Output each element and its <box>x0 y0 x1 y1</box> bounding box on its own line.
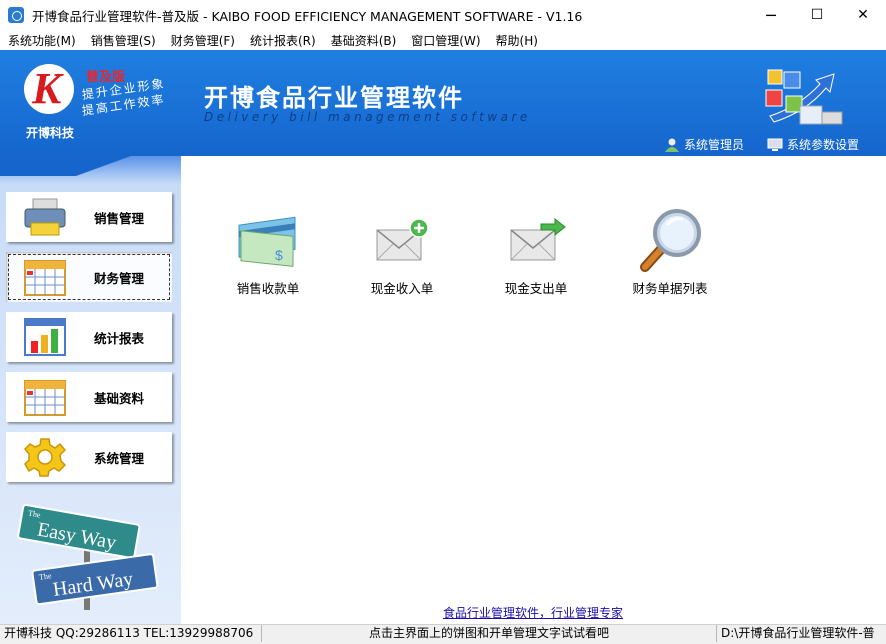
main-item-label: 现金支出单 <box>504 281 568 296</box>
header-banner: K 普及版 提升企业形象 提高工作效率 开博科技 开博食品行业管理软件 Deli… <box>0 50 886 156</box>
menu-sales[interactable]: 销售管理(S) <box>83 32 163 49</box>
payment-card-icon: $ <box>232 206 304 274</box>
printer-icon <box>22 197 68 237</box>
gear-icon <box>22 437 68 477</box>
bar-chart-icon <box>22 317 68 357</box>
cash-income-button[interactable]: 现金收入单 <box>347 206 457 297</box>
envelope-send-icon <box>500 206 572 274</box>
sign-bottom-small: The <box>38 571 52 582</box>
status-hint: 点击主界面上的饼图和开单管理文字试试看吧 <box>262 625 717 642</box>
window-title: 开博食品行业管理软件-普及版 - KAIBO FOOD EFFICIENCY M… <box>32 8 583 24</box>
sidebar-item-label: 财务管理 <box>94 270 145 286</box>
sidebar-item-label: 系统管理 <box>94 450 145 466</box>
calendar-icon <box>22 377 68 417</box>
maximize-button[interactable]: ☐ <box>794 0 840 30</box>
menu-finance[interactable]: 财务管理(F) <box>163 32 242 49</box>
svg-text:$: $ <box>275 247 283 263</box>
menu-bar: 系统功能(M) 销售管理(S) 财务管理(F) 统计报表(R) 基础资料(B) … <box>0 30 886 50</box>
minimize-button[interactable]: ─ <box>748 0 794 30</box>
menu-reports[interactable]: 统计报表(R) <box>242 32 323 49</box>
admin-link-label: 系统管理员 <box>684 138 745 152</box>
status-bar: 开博科技 QQ:29286113 TEL:13929988706 点击主界面上的… <box>0 624 886 644</box>
app-subtitle: Delivery bill management software <box>204 110 531 124</box>
cash-expense-button[interactable]: 现金支出单 <box>481 206 591 297</box>
menu-help[interactable]: 帮助(H) <box>488 32 545 49</box>
sidebar-item-finance[interactable]: 财务管理 <box>6 252 172 302</box>
admin-link[interactable]: 系统管理员 <box>664 136 744 153</box>
app-title: 开博食品行业管理软件 <box>204 84 464 112</box>
sidebar-item-system[interactable]: 系统管理 <box>6 432 172 482</box>
street-signs-illustration: The Easy Way The Hard Way <box>17 503 159 610</box>
company-name: 开博科技 <box>26 126 75 140</box>
calendar-icon <box>22 257 68 297</box>
sidebar-item-reports[interactable]: 统计报表 <box>6 312 172 362</box>
sidebar-item-label: 基础资料 <box>94 390 145 406</box>
user-icon <box>665 138 679 152</box>
sidebar: 销售管理 财务管理 统计报表 基础资料 系统管理 The Easy Way Th… <box>0 156 181 624</box>
settings-link[interactable]: 系统参数设置 <box>767 136 859 153</box>
sidebar-header-accent <box>0 156 181 176</box>
window-controls: ─ ☐ ✕ <box>748 0 886 30</box>
sidebar-item-sales[interactable]: 销售管理 <box>6 192 172 242</box>
magnifier-icon <box>634 206 706 274</box>
status-contact: 开博科技 QQ:29286113 TEL:13929988706 <box>0 625 262 642</box>
logo-k-icon: K <box>32 64 62 113</box>
growth-cubes-icon <box>765 69 843 125</box>
sales-receipt-button[interactable]: $ 销售收款单 <box>213 206 323 297</box>
main-panel: $ 销售收款单 现金收入单 现金支出单 财务单据列表 食品行业管理软件，行业管理… <box>181 156 886 624</box>
finance-list-button[interactable]: 财务单据列表 <box>615 206 725 297</box>
sidebar-item-label: 统计报表 <box>94 330 145 346</box>
main-item-label: 现金收入单 <box>370 281 434 296</box>
envelope-add-icon <box>366 206 438 274</box>
settings-link-label: 系统参数设置 <box>787 138 860 152</box>
sidebar-item-label: 销售管理 <box>94 210 145 226</box>
monitor-icon <box>767 138 783 151</box>
title-bar: 开博食品行业管理软件-普及版 - KAIBO FOOD EFFICIENCY M… <box>0 0 886 30</box>
sidebar-item-basic-data[interactable]: 基础资料 <box>6 372 172 422</box>
main-item-label: 财务单据列表 <box>632 281 708 296</box>
menu-window[interactable]: 窗口管理(W) <box>403 32 487 49</box>
menu-basic-data[interactable]: 基础资料(B) <box>323 32 404 49</box>
footer-link[interactable]: 食品行业管理软件，行业管理专家 <box>443 604 623 621</box>
close-button[interactable]: ✕ <box>840 0 886 30</box>
menu-system[interactable]: 系统功能(M) <box>0 32 83 49</box>
main-item-label: 销售收款单 <box>236 281 300 296</box>
app-icon <box>8 7 24 23</box>
status-path: D:\开博食品行业管理软件-普 <box>721 626 875 640</box>
